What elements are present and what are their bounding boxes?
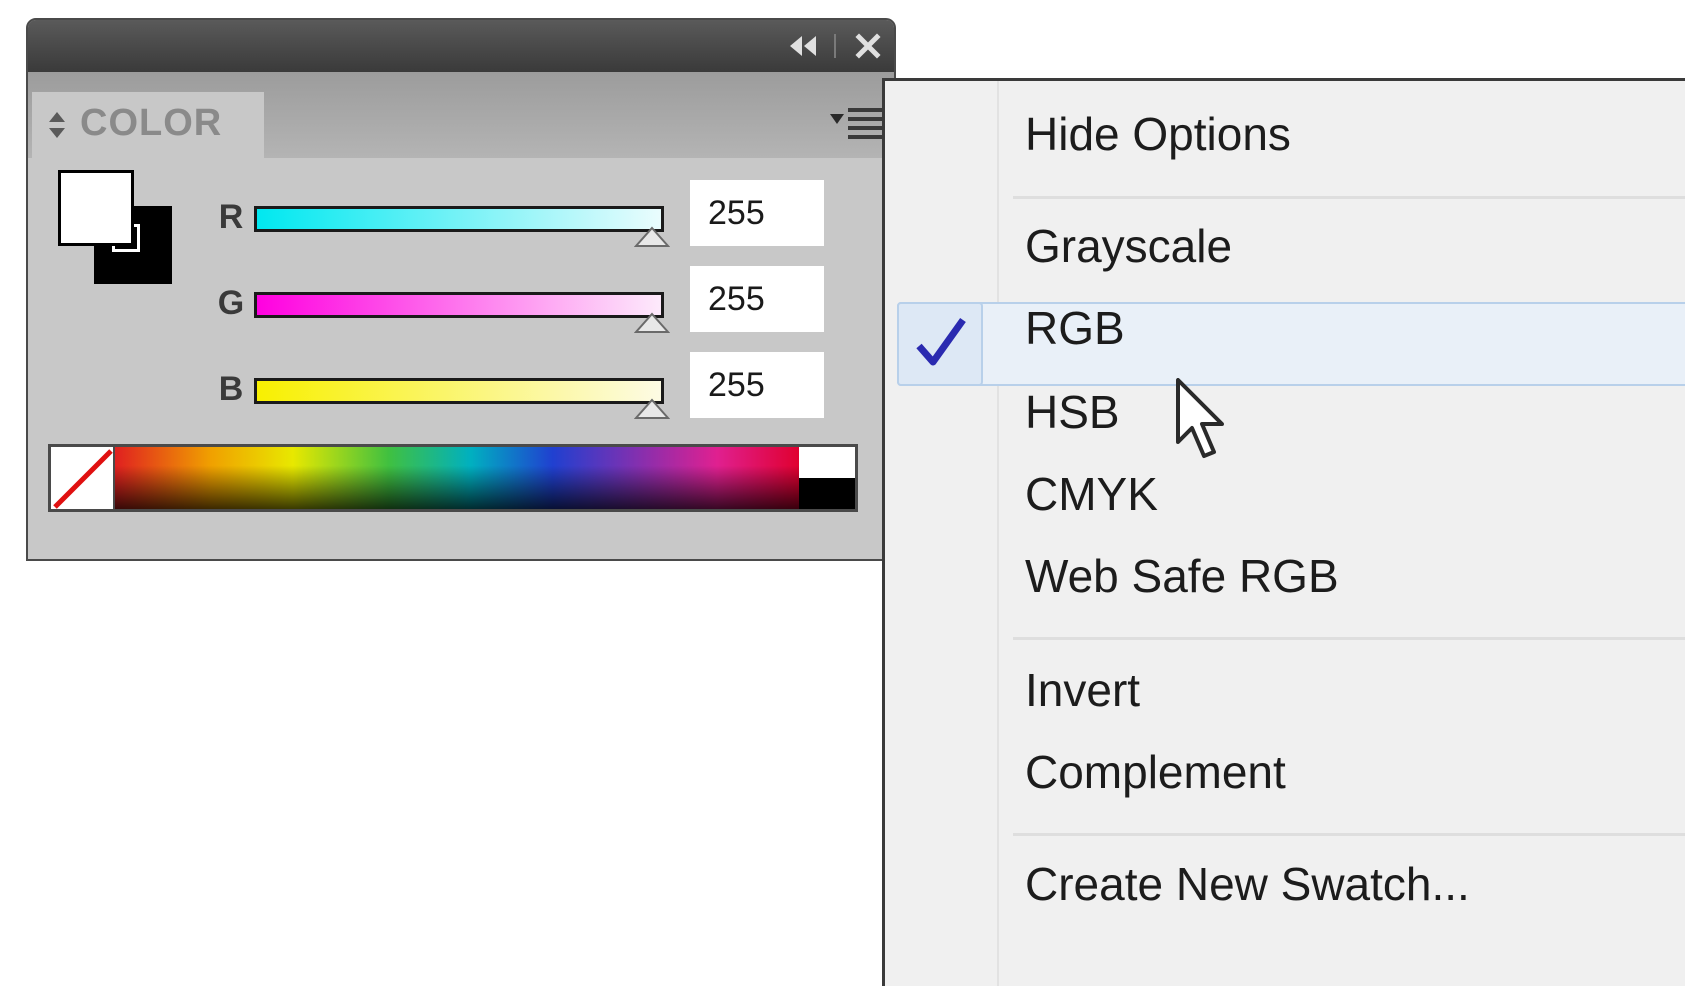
color-panel: COLOR R 255 G 255 B 255 [26,18,896,561]
checkmark-icon [916,317,966,366]
channel-label-r: R [218,198,244,236]
menu-item-rgb[interactable]: RGB [1025,301,1125,355]
channel-label-g: G [217,284,245,322]
titlebar-divider [834,34,836,58]
menu-item-highlight [897,302,1685,386]
none-slash-icon [53,449,113,509]
menu-item-cmyk[interactable]: CMYK [1025,467,1158,521]
value-field-g[interactable]: 255 [690,266,824,332]
fill-swatch[interactable] [58,170,134,246]
menu-separator [1013,196,1685,199]
menu-item-grayscale[interactable]: Grayscale [1025,219,1232,273]
white-swatch[interactable] [799,447,855,478]
menu-item-hide-options[interactable]: Hide Options [1025,107,1291,161]
value-field-r[interactable]: 255 [690,180,824,246]
slider-r[interactable] [254,206,664,232]
menu-icon-gutter [997,81,999,986]
menu-item-create-new-swatch[interactable]: Create New Swatch... [1025,857,1470,911]
panel-titlebar[interactable] [28,20,894,72]
slider-thumb-b[interactable] [634,398,670,420]
menu-item-complement[interactable]: Complement [1025,745,1286,799]
tab-arrows-icon[interactable] [48,110,66,140]
none-swatch[interactable] [51,447,115,509]
black-swatch[interactable] [799,478,855,509]
slider-g[interactable] [254,292,664,318]
mouse-cursor-icon [1176,378,1224,458]
channel-label-b: B [218,370,244,408]
panel-tabstrip: COLOR [28,72,894,158]
menu-separator [1013,833,1685,836]
panel-flyout-menu: Hide Options Grayscale RGB HSB CMYK Web … [882,78,1685,986]
menu-separator [1013,637,1685,640]
close-icon[interactable] [854,32,882,60]
slider-b[interactable] [254,378,664,404]
menu-item-invert[interactable]: Invert [1025,663,1140,717]
color-spectrum[interactable] [48,444,858,512]
slider-thumb-r[interactable] [634,226,670,248]
tab-label: COLOR [80,102,223,144]
spectrum-gradient[interactable] [115,447,799,509]
value-field-b[interactable]: 255 [690,352,824,418]
collapse-icon[interactable] [786,34,822,58]
tab-color[interactable]: COLOR [32,92,264,158]
menu-item-web-safe-rgb[interactable]: Web Safe RGB [1025,549,1339,603]
slider-thumb-g[interactable] [634,312,670,334]
panel-menu-icon[interactable] [826,102,890,142]
menu-item-hsb[interactable]: HSB [1025,385,1120,439]
